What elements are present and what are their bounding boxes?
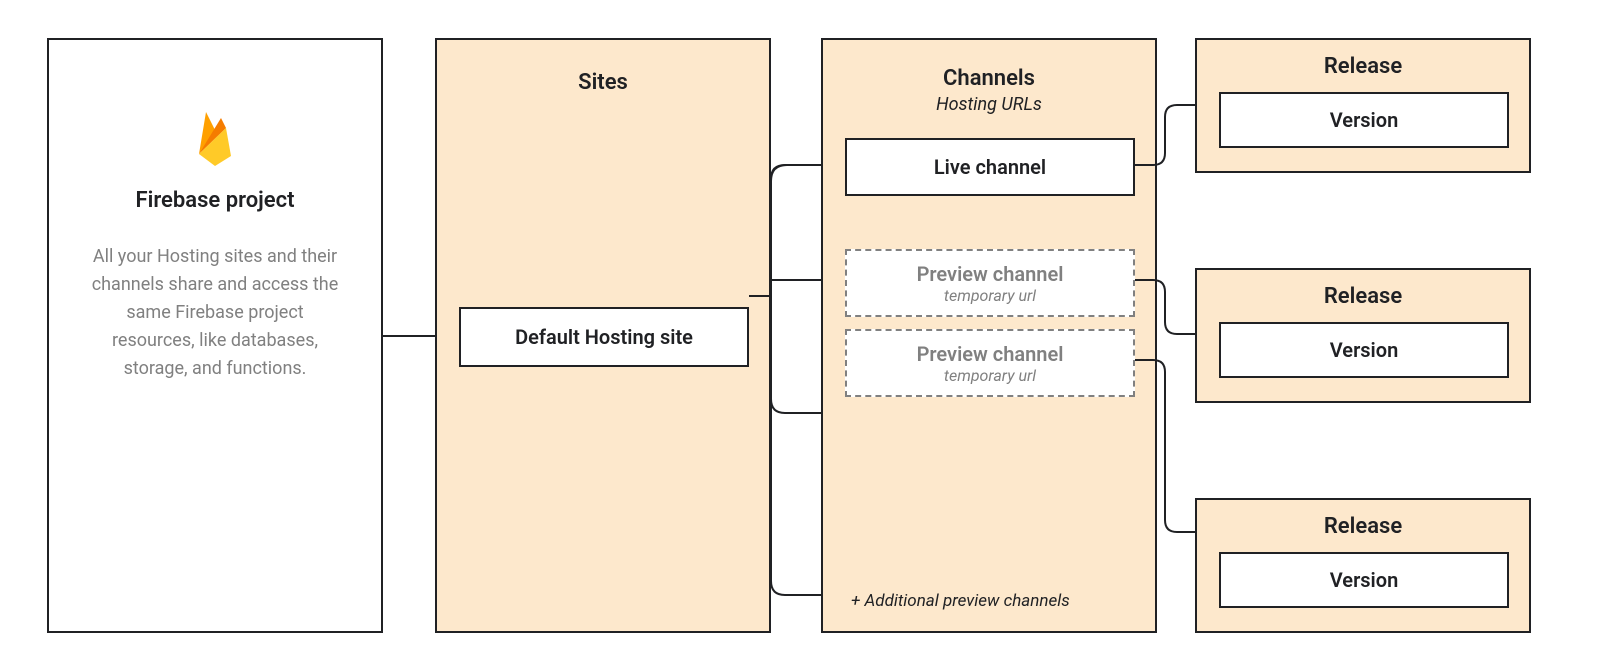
sites-title: Sites xyxy=(437,70,769,95)
preview-channel-2-box: Preview channel temporary url xyxy=(845,329,1135,397)
release-1-version-box: Version xyxy=(1219,92,1509,148)
channels-panel: Channels Hosting URLs Live channel Previ… xyxy=(821,38,1157,633)
firebase-project-panel: Firebase project All your Hosting sites … xyxy=(47,38,383,633)
firebase-flame-icon xyxy=(193,108,237,172)
release-2-version-box: Version xyxy=(1219,322,1509,378)
release-2-title: Release xyxy=(1197,284,1529,309)
release-3-version-label: Version xyxy=(1330,568,1399,592)
release-panel-3: Release Version xyxy=(1195,498,1531,633)
preview-channel-1-label: Preview channel xyxy=(847,262,1133,286)
live-channel-box: Live channel xyxy=(845,138,1135,196)
channels-title: Channels xyxy=(823,66,1155,91)
preview-channel-2-label: Preview channel xyxy=(847,342,1133,366)
preview-channel-2-sub: temporary url xyxy=(847,366,1133,385)
sites-panel: Sites Default Hosting site xyxy=(435,38,771,633)
release-1-version-label: Version xyxy=(1330,108,1399,132)
project-description: All your Hosting sites and their channel… xyxy=(49,243,381,382)
additional-channels-note: + Additional preview channels xyxy=(851,591,1070,611)
channels-subtitle: Hosting URLs xyxy=(823,94,1155,115)
connector-project-sites xyxy=(383,335,435,339)
preview-channel-1-box: Preview channel temporary url xyxy=(845,249,1135,317)
project-title: Firebase project xyxy=(49,188,381,213)
release-1-title: Release xyxy=(1197,54,1529,79)
release-3-title: Release xyxy=(1197,514,1529,539)
preview-channel-1-sub: temporary url xyxy=(847,286,1133,305)
default-hosting-site-label: Default Hosting site xyxy=(515,325,693,349)
release-3-version-box: Version xyxy=(1219,552,1509,608)
live-channel-label: Live channel xyxy=(934,155,1046,179)
release-2-version-label: Version xyxy=(1330,338,1399,362)
release-panel-1: Release Version xyxy=(1195,38,1531,173)
default-hosting-site-box: Default Hosting site xyxy=(459,307,749,367)
release-panel-2: Release Version xyxy=(1195,268,1531,403)
